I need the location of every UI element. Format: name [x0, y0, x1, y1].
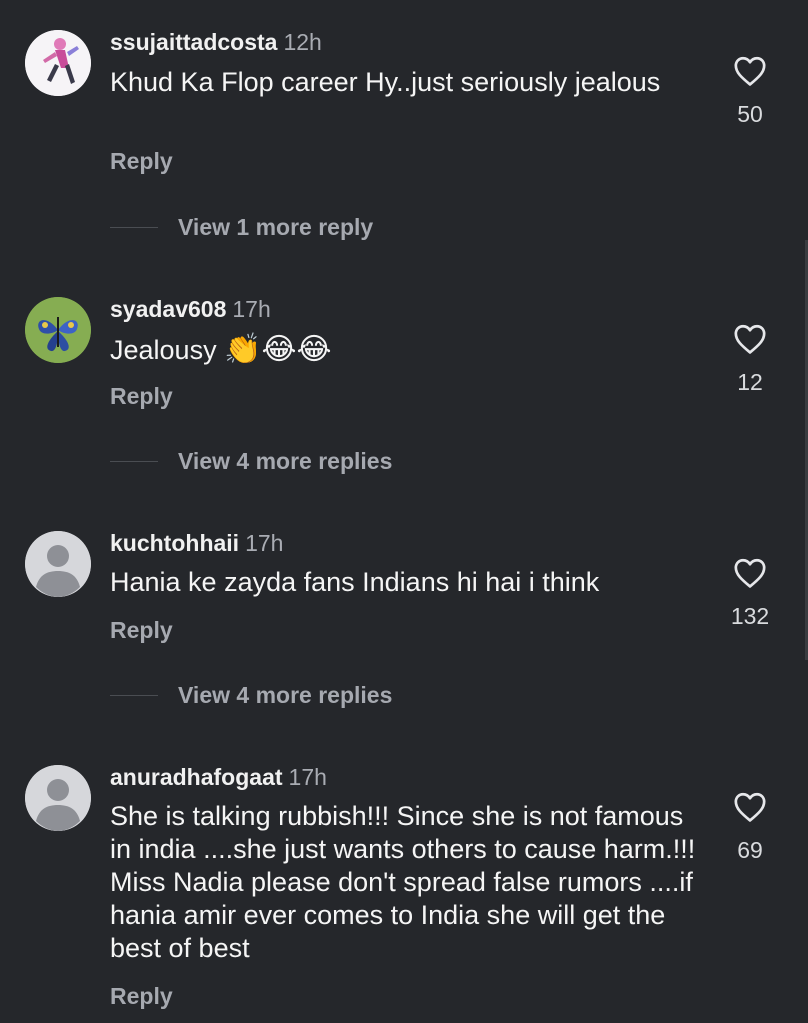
like-control[interactable]: 12	[725, 323, 775, 396]
timestamp: 17h	[232, 296, 271, 322]
view-more-label[interactable]: View 4 more replies	[178, 448, 392, 475]
comment-header: anuradhafogaat 17h	[110, 764, 327, 791]
comment-header: ssujaittadcosta 12h	[110, 29, 322, 56]
emoji-group: 👏😂😂	[224, 333, 332, 366]
reply-button[interactable]: Reply	[110, 617, 173, 644]
username[interactable]: ssujaittadcosta	[110, 29, 277, 55]
reply-button[interactable]: Reply	[110, 148, 173, 175]
username[interactable]: anuradhafogaat	[110, 764, 283, 790]
pink-figure-avatar-image	[25, 30, 91, 96]
like-count: 132	[730, 603, 770, 629]
default-avatar-image	[25, 531, 91, 597]
view-more-label[interactable]: View 4 more replies	[178, 682, 392, 709]
view-more-replies[interactable]: View 1 more reply	[110, 212, 373, 242]
divider	[110, 694, 158, 696]
timestamp: 17h	[245, 530, 284, 556]
like-control[interactable]: 132	[725, 557, 775, 630]
comment-text: She is talking rubbish!!! Since she is n…	[110, 801, 696, 963]
view-more-label[interactable]: View 1 more reply	[178, 214, 373, 241]
butterfly-avatar-image	[25, 297, 91, 363]
like-count: 69	[737, 837, 763, 863]
username[interactable]: syadav608	[110, 296, 226, 322]
view-more-replies[interactable]: View 4 more replies	[110, 446, 392, 476]
username[interactable]: kuchtohhaii	[110, 530, 239, 556]
avatar[interactable]	[25, 30, 91, 96]
avatar[interactable]	[25, 531, 91, 597]
view-more-replies[interactable]: View 4 more replies	[110, 680, 392, 710]
like-count: 50	[737, 101, 763, 127]
comment-header: syadav608 17h	[110, 296, 271, 323]
timestamp: 17h	[288, 764, 327, 790]
reply-button[interactable]: Reply	[110, 983, 173, 1010]
avatar[interactable]	[25, 297, 91, 363]
heart-icon[interactable]	[733, 55, 767, 87]
comment-header: kuchtohhaii 17h	[110, 530, 283, 557]
heart-icon[interactable]	[733, 557, 767, 589]
avatar[interactable]	[25, 765, 91, 831]
heart-icon[interactable]	[733, 791, 767, 823]
comment-text: Jealousy 👏😂😂	[110, 333, 710, 367]
heart-icon[interactable]	[733, 323, 767, 355]
comment-text: Khud Ka Flop career Hy..just seriously j…	[110, 67, 661, 97]
like-control[interactable]: 50	[725, 55, 775, 128]
default-avatar-image	[25, 765, 91, 831]
divider	[110, 226, 158, 228]
like-count: 12	[737, 369, 763, 395]
reply-button[interactable]: Reply	[110, 383, 173, 410]
like-control[interactable]: 69	[725, 791, 775, 864]
divider	[110, 460, 158, 462]
timestamp: 12h	[283, 29, 322, 55]
comment-text-body: Jealousy	[110, 335, 217, 365]
comment-text: Hania ke zayda fans Indians hi hai i thi…	[110, 567, 600, 597]
